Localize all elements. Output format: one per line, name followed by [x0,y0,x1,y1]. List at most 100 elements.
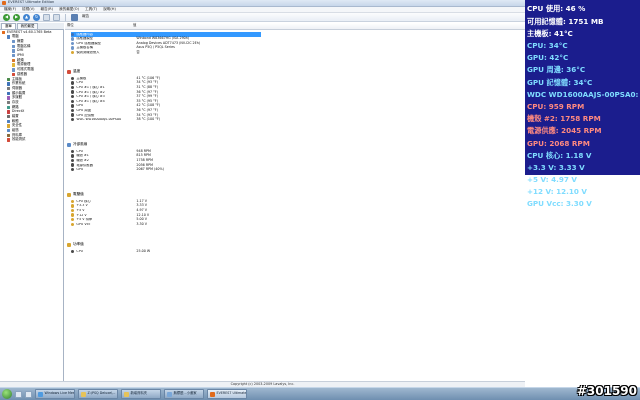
tree-item[interactable]: 效能測試 [0,138,63,143]
back-arrow-icon[interactable]: ◀ [3,13,10,21]
menu-report[interactable]: 報告(R) [41,7,54,12]
report-icon[interactable] [71,13,78,21]
sensor-icon [71,90,75,94]
sensor-icon [71,50,75,55]
sensor-row[interactable]: GPU Vcc 3.30 V [71,222,521,227]
taskbar-button[interactable]: EVEREST Ultimate... [207,389,247,399]
taskbar-button[interactable]: 新增資料夾 [121,389,161,399]
menu-file[interactable]: 檔案(F) [4,7,16,12]
report-button-label[interactable]: 報告 [82,15,89,19]
refresh-icon[interactable]: ↻ [33,13,40,21]
sensor-field: 偵測到機殼侵入 [76,51,100,55]
tree-node-icon [12,68,16,72]
tree-node-icon [7,96,11,100]
sensor-value: 1758 RPM [136,157,153,162]
sensor-row[interactable]: GPU 2067 RPM (40%) [71,167,521,173]
quick-launch-icon[interactable] [15,390,22,398]
menu-favorites[interactable]: 我的最愛(O) [59,7,79,12]
taskbar-app-icon [167,391,172,397]
taskbar-button-label: 無標題 - 小畫家 [173,391,197,396]
tree-node-icon [7,86,11,91]
tree-item-label: 存放 [11,99,19,104]
sensor-field: CPU #1 / 核心 #3 [76,95,105,99]
tree-node-icon [12,49,16,53]
sensor-icon [71,104,75,108]
column-header-value[interactable]: 值 [131,23,136,27]
sensor-field: 機殼 #2 [76,158,89,162]
sensor-icon [71,108,75,113]
taskbar-button[interactable]: Z:\PSQ Deluxe\... [78,389,118,399]
favorites-icon[interactable] [53,13,60,21]
tab-menu[interactable]: 選單 [1,22,16,29]
tree-node-icon [7,119,11,124]
sensor-field: CPU [76,249,84,253]
tree-node-icon [7,82,11,86]
osd-reading: 電源供應: 2045 RPM [527,126,602,136]
taskbar: Windows Live Mess... Z:\PSQ Deluxe\... 新增資… [0,387,640,400]
taskbar-button[interactable]: Windows Live Mess... [35,389,75,399]
sensor-icon [71,81,75,85]
taskbar-app-icon [81,391,86,397]
forward-arrow-icon[interactable]: ▶ [13,13,20,21]
sensor-icon [71,213,75,217]
section-title: 冷卻風扇 [73,142,88,147]
sensor-icon [71,99,75,104]
sensor-icon [71,118,75,122]
sensor-row[interactable]: CPU 25.00 W [71,249,521,254]
tree-node-icon [12,54,16,58]
section-header: 功率值 [67,243,84,247]
start-button[interactable] [2,389,12,399]
osd-reading: GPU 記憶體: 34°C [527,77,593,87]
sensor-field: 主機板名稱 [76,46,93,50]
computer-icon[interactable] [43,13,50,21]
column-header-field[interactable]: 欄位 [65,23,131,27]
sensor-field: CPU #1 / 核心 #4 [76,99,105,103]
taskbar-button[interactable]: 無標題 - 小畫家 [164,389,204,399]
tree-item-label: 感應器 [16,71,28,76]
sensor-icon [71,168,75,172]
sensor-value: 37 °C (99 °F) [136,94,158,99]
sensor-icon [71,158,75,163]
menu-tools[interactable]: 工具(T) [85,7,97,12]
sensor-icon [71,76,75,81]
sensor-field: 主機板 [76,76,87,80]
toolbar-divider [65,13,66,21]
tree-item-label: 伺服器 [11,85,23,90]
taskbar-app-icon [38,391,43,397]
copyright-text: Copyright (c) 2003-2009 Lavalys, Inc. [230,381,295,386]
sensor-field: GPU 感應器類型 [76,41,101,45]
sensor-row[interactable]: WDC WD1600AAJS-00PSA0 38 °C (100 °F) [71,117,521,123]
sensor-osd-panel: CPU 使用: 46 % 可用記憶體: 1751 MB 主機板: 41°C CPU: … [525,0,640,208]
menu-help[interactable]: 說明(H) [103,7,116,12]
sensor-row[interactable]: 偵測到機殼侵入 否 [71,50,521,55]
tree-node-icon [7,138,11,142]
tab-favorites[interactable]: 我的最愛 [16,22,39,29]
sensor-icon [71,85,75,90]
left-panel-tabs: 選單 我的最愛 [0,22,64,30]
osd-reading: WDC WD1600AAJS-00PSA0: 38°C [527,89,638,99]
sensor-field: GPU Vcc [76,222,91,226]
show-desktop-icon[interactable] [25,390,32,398]
osd-reading: 機殼 #2: 1758 RPM [527,114,601,124]
sensor-icon [71,208,75,213]
sensor-icon [71,199,75,204]
watermark: #301590 [576,384,637,398]
sensor-icon [71,37,75,41]
section-icon [67,143,71,147]
section-title: 電壓值 [73,192,84,197]
sensor-value: 31 °C (88 °F) [136,84,158,89]
osd-reading: GPU Vcc: 3.30 V [527,199,592,209]
sensor-field: CPU [76,149,84,153]
sensor-icon [71,46,75,50]
taskbar-app-icon [210,391,215,397]
menu-view[interactable]: 檢視(V) [22,7,34,12]
up-arrow-icon[interactable]: ▲ [23,13,30,21]
tree-node-icon [7,124,11,128]
sensor-field: GPU [76,104,84,108]
sensor-field: 感應器類型 [76,37,93,41]
sensor-field: GPU 周邊 [76,108,91,112]
tree-item-label: 摘要 [16,39,24,44]
sensor-icon [71,222,75,227]
sensor-field: 感應器內容 [76,32,93,36]
section-icon [67,193,71,197]
